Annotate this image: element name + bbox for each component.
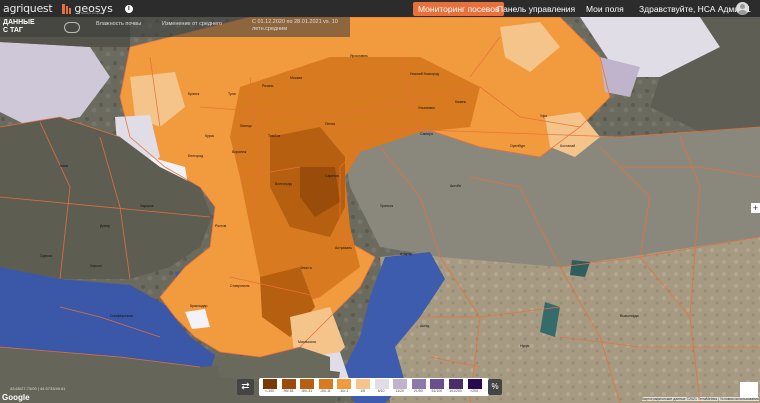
info-icon[interactable]: i — [124, 4, 133, 13]
legend-swatch[interactable] — [374, 379, 389, 389]
legend-swatch[interactable] — [337, 379, 352, 389]
map-label-belgorod: Белгород — [188, 154, 203, 158]
map-label-aktobe: Актобе — [450, 184, 461, 188]
map-label-astrakhan: Астрахань — [335, 246, 352, 250]
map-label-kostanay: Костанай — [560, 144, 575, 148]
map-label-kursk: Курск — [205, 134, 214, 138]
map-label-kyzylorda: Кызылорда — [620, 314, 639, 318]
map-label-crimea: Симферополь — [110, 314, 133, 318]
param-soil-moisture[interactable]: Влажность почвы — [96, 21, 141, 27]
map-label-penza: Пенза — [325, 122, 335, 126]
legend-label: 101/200 — [449, 389, 462, 393]
legend-label: <-100 — [264, 389, 275, 393]
nav-my-fields[interactable]: Мои поля — [586, 2, 624, 16]
map-label-aktau: Актау — [420, 324, 429, 328]
map-label-odessa: Одесса — [40, 254, 52, 258]
geosys-subtitle: by Geosys company — [77, 11, 105, 15]
period-line2: летн.средним — [252, 26, 288, 32]
map-label-uralsk: Уральск — [380, 204, 394, 208]
cloud-icon[interactable] — [64, 22, 80, 33]
legend-label: -99/-51 — [282, 389, 294, 393]
unit-percent-button[interactable]: % — [488, 379, 502, 395]
panel-title-line2: С ТАГ — [3, 27, 23, 34]
legend-label: 51/100 — [431, 389, 443, 393]
map-label-kherson: Херсон — [90, 264, 102, 268]
nav-crop-monitoring[interactable]: Мониторинг посевов — [413, 2, 505, 16]
map-label-elista: Элиста — [300, 266, 312, 270]
map-label-atyrau: Атырау — [400, 252, 412, 256]
legend-swatch[interactable] — [430, 379, 445, 389]
legend-swatch[interactable] — [449, 379, 463, 389]
legend-swatch[interactable] — [281, 379, 296, 389]
panel-title: ДАННЫЕ С ТАГ — [3, 19, 35, 35]
map-canvas[interactable]: Москва Ярославль Нижний Новгород Рязань … — [0, 17, 760, 403]
nav-dashboard[interactable]: Панель управления — [497, 2, 575, 16]
period-line1: С 01.12.2020 по 28.01.2021 vs. 10 — [252, 19, 338, 25]
map-label-yaroslavl: Ярославль — [350, 54, 368, 58]
map-label-kyiv: Киев — [60, 164, 68, 168]
map-label-lipetsk: Липецк — [240, 124, 252, 128]
legend-label: 1/5 — [360, 389, 365, 393]
map-label-kazan: Казань — [455, 100, 466, 104]
top-bar: agriquest geosys by Geosys company i Мон… — [0, 0, 760, 17]
map-label-nizhny: Нижний Новгород — [410, 72, 439, 76]
coordinates-readout: 43.65/27.73/00 | 44.5733/49.61 — [10, 386, 66, 391]
map-label-orenburg: Оренбург — [510, 144, 526, 148]
geosys-mark-icon — [62, 3, 72, 14]
map-label-tula: Тула — [228, 92, 236, 96]
map-label-ufa: Уфа — [540, 114, 547, 118]
zoom-in-button[interactable]: + — [751, 203, 760, 213]
legend-label: 6/10 — [377, 389, 385, 393]
map-label-volgograd: Волгоград — [275, 182, 292, 186]
map-label-rostov: Ростов — [215, 224, 226, 228]
map-label-stavropol: Ставрополь — [230, 284, 250, 288]
map-label-samara: Самара — [420, 132, 433, 136]
map-label-moscow: Москва — [290, 76, 302, 80]
map-label-bryansk: Брянск — [188, 92, 200, 96]
legend-swatch[interactable] — [356, 379, 370, 389]
legend-label: -50/-31 — [301, 389, 313, 393]
legend-swatch[interactable] — [411, 379, 426, 389]
user-greeting[interactable]: Здравствуйте, НСА Админ 1 — [639, 2, 751, 16]
legend-swatch[interactable] — [393, 379, 408, 389]
map-label-ulyanovsk: Ульяновск — [418, 106, 435, 110]
legend-label: 11/20 — [395, 389, 404, 393]
panel-title-line1: ДАННЫЕ — [3, 19, 35, 26]
map-label-saratov: Саратов — [325, 174, 339, 178]
map-label-dnepr: Днепр — [100, 224, 110, 228]
avatar[interactable] — [736, 2, 749, 15]
map-label-ryazan: Рязань — [262, 84, 274, 88]
legend-label: >200 — [470, 389, 479, 393]
map-label-makhachkala: Махачкала — [298, 340, 316, 344]
map-label-voronezh: Воронеж — [232, 150, 247, 154]
legend-swatch[interactable] — [300, 379, 315, 389]
legend-label: -10/-1 — [339, 389, 349, 393]
legend-label: -30/-11 — [319, 389, 331, 393]
google-logo[interactable]: Google — [2, 393, 30, 402]
map-label-krasnodar: Краснодар — [190, 304, 207, 308]
legend-swatch[interactable] — [263, 379, 277, 389]
map-label-kharkiv: Харьков — [140, 204, 154, 208]
legend: <-100 -99/-51 -50/-31 -30/-11 -10/-1 1/5 6/10 1… — [259, 378, 489, 396]
param-change-from-average[interactable]: Изменение от среднего — [162, 21, 222, 27]
map-corner-control[interactable] — [740, 382, 758, 398]
swap-icon[interactable]: ⇄ — [237, 379, 254, 395]
data-panel[interactable]: ДАННЫЕ С ТАГ Влажность почвы Изменение о… — [0, 17, 350, 37]
legend-label: 21/50 — [413, 389, 423, 393]
legend-swatch[interactable] — [467, 379, 482, 389]
legend-swatch[interactable] — [318, 379, 333, 389]
map-label-nukus: Нукус — [520, 344, 530, 348]
agriquest-logo[interactable]: agriquest — [3, 2, 53, 15]
param-period[interactable]: С 01.12.2020 по 28.01.2021 vs. 10 летн.с… — [252, 19, 338, 33]
map-area[interactable]: Москва Ярославль Нижний Новгород Рязань … — [0, 17, 760, 403]
map-label-tambov: Тамбов — [268, 134, 280, 138]
